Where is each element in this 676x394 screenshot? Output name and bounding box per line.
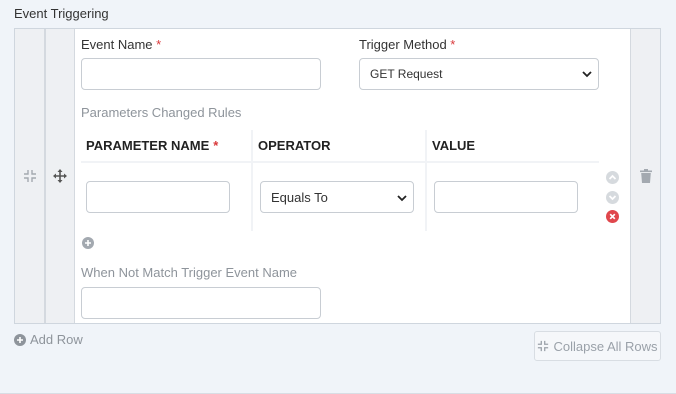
value-input[interactable]: [434, 181, 578, 213]
add-row-label: Add Row: [30, 332, 83, 347]
chevron-down-icon: [397, 191, 407, 206]
chevron-up-circle-icon[interactable]: [605, 170, 619, 184]
remove-circle-icon[interactable]: [605, 209, 619, 223]
operator-select[interactable]: Equals To: [260, 181, 414, 213]
row-delete-column: [630, 29, 660, 323]
required-mark: *: [213, 138, 219, 153]
collapse-all-label: Collapse All Rows: [553, 338, 658, 354]
chevron-down-icon: [582, 68, 592, 82]
move-icon[interactable]: [52, 168, 68, 184]
add-row-button[interactable]: Add Row: [14, 332, 83, 347]
event-name-input[interactable]: [81, 58, 321, 90]
event-name-label: Event Name *: [81, 37, 161, 52]
when-not-match-label: When Not Match Trigger Event Name: [81, 265, 298, 280]
header-value: VALUE: [427, 130, 599, 161]
header-operator: OPERATOR: [253, 130, 425, 161]
table-cell: [427, 163, 599, 231]
params-rules-label: Parameters Changed Rules: [81, 105, 242, 120]
collapse-arrows-icon: [537, 340, 549, 352]
collapse-arrows-icon[interactable]: [22, 168, 38, 184]
collapse-all-rows-button[interactable]: Collapse All Rows: [534, 331, 661, 361]
params-table: PARAMETER NAME * OPERATOR VALUE Equals T…: [81, 130, 599, 231]
header-parameter-name: PARAMETER NAME *: [81, 130, 251, 161]
row-drag-column: [45, 29, 75, 323]
row-collapse-column: [15, 29, 45, 323]
event-name-label-text: Event Name: [81, 37, 153, 52]
trigger-method-value: GET Request: [370, 67, 443, 81]
trigger-method-label: Trigger Method *: [359, 37, 455, 52]
table-cell: [81, 163, 251, 231]
operator-value: Equals To: [271, 189, 328, 205]
repeater-row: Event Name * Trigger Method * GET Reques…: [14, 28, 661, 324]
plus-circle-icon[interactable]: [81, 236, 94, 249]
plus-circle-icon: [14, 333, 26, 346]
section-title: Event Triggering: [14, 6, 109, 21]
trigger-method-label-text: Trigger Method: [359, 37, 447, 52]
required-mark: *: [450, 37, 456, 52]
table-cell: Equals To: [253, 163, 425, 231]
chevron-down-circle-icon[interactable]: [605, 190, 619, 204]
parameter-name-input[interactable]: [86, 181, 230, 213]
header-parameter-name-text: PARAMETER NAME: [86, 138, 210, 153]
trigger-method-select[interactable]: GET Request: [359, 58, 599, 90]
trash-icon[interactable]: [638, 168, 654, 184]
required-mark: *: [156, 37, 162, 52]
when-not-match-input[interactable]: [81, 287, 321, 319]
